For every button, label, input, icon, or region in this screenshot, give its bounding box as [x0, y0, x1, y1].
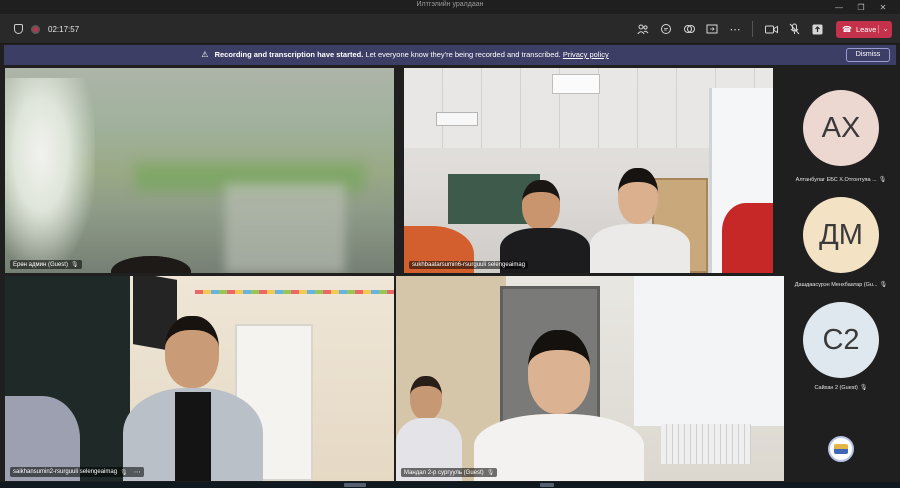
mic-off-icon[interactable]: [783, 18, 805, 40]
avatar: АХ: [803, 90, 879, 166]
taskbar-item[interactable]: [540, 483, 554, 487]
meeting-toolbar: 02:17:57 ⋯ ☎ Leave ⌄: [0, 14, 900, 44]
share-tray-icon[interactable]: [806, 18, 828, 40]
video-tile[interactable]: Ерөн админ (Guest) 🎙: [5, 68, 394, 273]
privacy-policy-link[interactable]: Privacy policy: [563, 50, 609, 59]
participant-label: Ерөн админ (Guest) 🎙: [10, 260, 82, 269]
taskbar-item[interactable]: [344, 483, 366, 487]
leave-button[interactable]: ☎ Leave ⌄: [836, 20, 892, 38]
shield-icon: [14, 24, 23, 34]
phone-hangup-icon: ☎: [842, 24, 852, 34]
leave-label: Leave: [855, 24, 877, 34]
restore-icon[interactable]: ❐: [850, 0, 872, 14]
mic-off-icon: 🎙: [120, 469, 128, 476]
roster-name: Сайхан 2 (Guest) 🎙: [814, 385, 868, 391]
participant-name: Ерөн админ (Guest): [13, 261, 68, 268]
chevron-down-icon[interactable]: ⌄: [878, 25, 892, 33]
participant-label: sukhbaatarsumin6-rsurguuli selengeaimag: [409, 261, 529, 269]
participant-video: [584, 168, 694, 273]
share-icon[interactable]: [701, 18, 723, 40]
mic-off-icon: 🎙: [878, 177, 887, 183]
mic-off-icon: 🎙: [70, 262, 79, 268]
participant-video: [494, 180, 594, 273]
participant-video: [396, 376, 466, 481]
participant-video: [474, 330, 644, 481]
participant-label: Мандал 2-р сургууль (Guest) 🎙: [401, 468, 498, 477]
window-title: Илтгэлийн уралдаан: [416, 1, 484, 8]
chat-icon[interactable]: [655, 18, 677, 40]
participant-name: sukhbaatarsumin6-rsurguuli selengeaimag: [412, 262, 526, 268]
avatar: ДМ: [803, 197, 879, 273]
video-tile[interactable]: sukhbaatarsumin6-rsurguuli selengeaimag: [404, 68, 773, 273]
participant-name: Мандал 2-р сургууль (Guest): [404, 469, 484, 476]
mic-off-icon: 🎙: [859, 385, 868, 391]
more-options-icon[interactable]: ⋯: [134, 468, 141, 476]
minimize-icon[interactable]: —: [828, 0, 850, 14]
mic-off-icon: 🎙: [879, 282, 888, 288]
mic-off-icon: 🎙: [486, 470, 495, 476]
recording-icon: [31, 24, 40, 34]
participant-video: [123, 316, 263, 481]
banner-message: ⚠ Recording and transcription have start…: [4, 50, 806, 59]
title-bar: Илтгэлийн уралдаан — ❐ ✕: [0, 0, 900, 14]
avatar: С2: [803, 302, 879, 378]
video-tile[interactable]: Мандал 2-р сургууль (Guest) 🎙: [396, 276, 784, 481]
warning-icon: ⚠: [201, 50, 209, 59]
roster-name: Дашдаасүрэн Менхбаатар (Gu... 🎙: [794, 282, 888, 288]
participant-name: saikhansumin2-rsurguuli selengeaimag: [13, 469, 118, 475]
banner-bold-text: Recording and transcription have started…: [214, 50, 364, 59]
banner-body-text: Let everyone know they're being recorded…: [365, 50, 561, 59]
meeting-timer: 02:17:57: [48, 24, 80, 34]
close-icon[interactable]: ✕: [872, 0, 894, 14]
dismiss-button[interactable]: Dismiss: [846, 48, 890, 62]
people-icon[interactable]: [632, 18, 654, 40]
recording-banner: ⚠ Recording and transcription have start…: [4, 45, 896, 65]
video-tile[interactable]: saikhansumin2-rsurguuli selengeaimag 🎙 ⋯: [5, 276, 394, 481]
camera-icon[interactable]: [760, 18, 782, 40]
participant-roster: АХ Алтанбулаг ЕБС Х.Отгонтуяа ... 🎙 ДМ Да…: [786, 68, 896, 481]
toolbar-divider: [752, 21, 753, 37]
roster-name: Алтанбулаг ЕБС Х.Отгонтуяа ... 🎙: [795, 177, 887, 183]
react-icon[interactable]: [678, 18, 700, 40]
more-icon[interactable]: ⋯: [724, 18, 746, 40]
window-controls: — ❐ ✕: [828, 0, 894, 14]
school-logo: [828, 436, 854, 462]
taskbar: [0, 482, 900, 488]
participant-label: saikhansumin2-rsurguuli selengeaimag 🎙 ⋯: [10, 467, 144, 477]
